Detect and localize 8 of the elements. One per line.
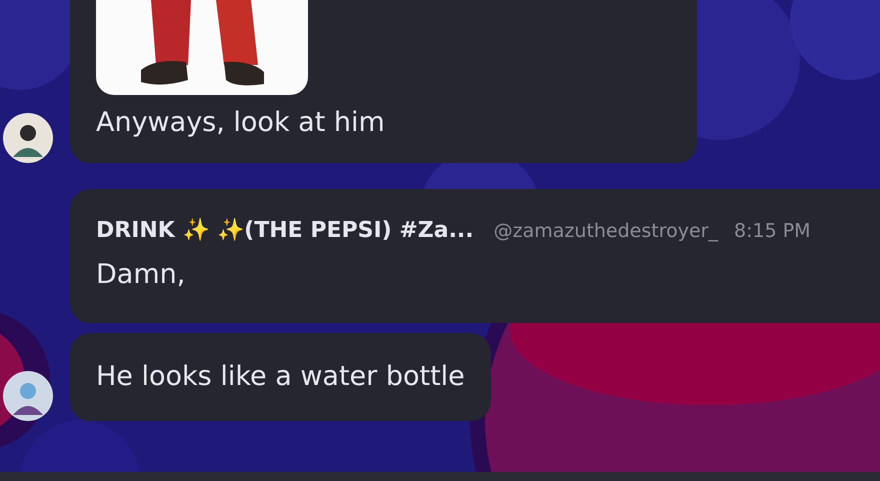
timestamp: 8:15 PM (734, 220, 811, 242)
message-text: He looks like a water bottle (96, 360, 465, 394)
avatar[interactable] (3, 371, 53, 421)
username: @zamazuthedestroyer_ (494, 220, 718, 242)
message-text: Damn, (96, 258, 186, 292)
avatar[interactable] (3, 113, 53, 163)
author-name[interactable]: DRINK ✨ ✨(THE PEPSI) #Za... (96, 217, 474, 243)
message-text: Anyways, look at him (96, 106, 386, 140)
